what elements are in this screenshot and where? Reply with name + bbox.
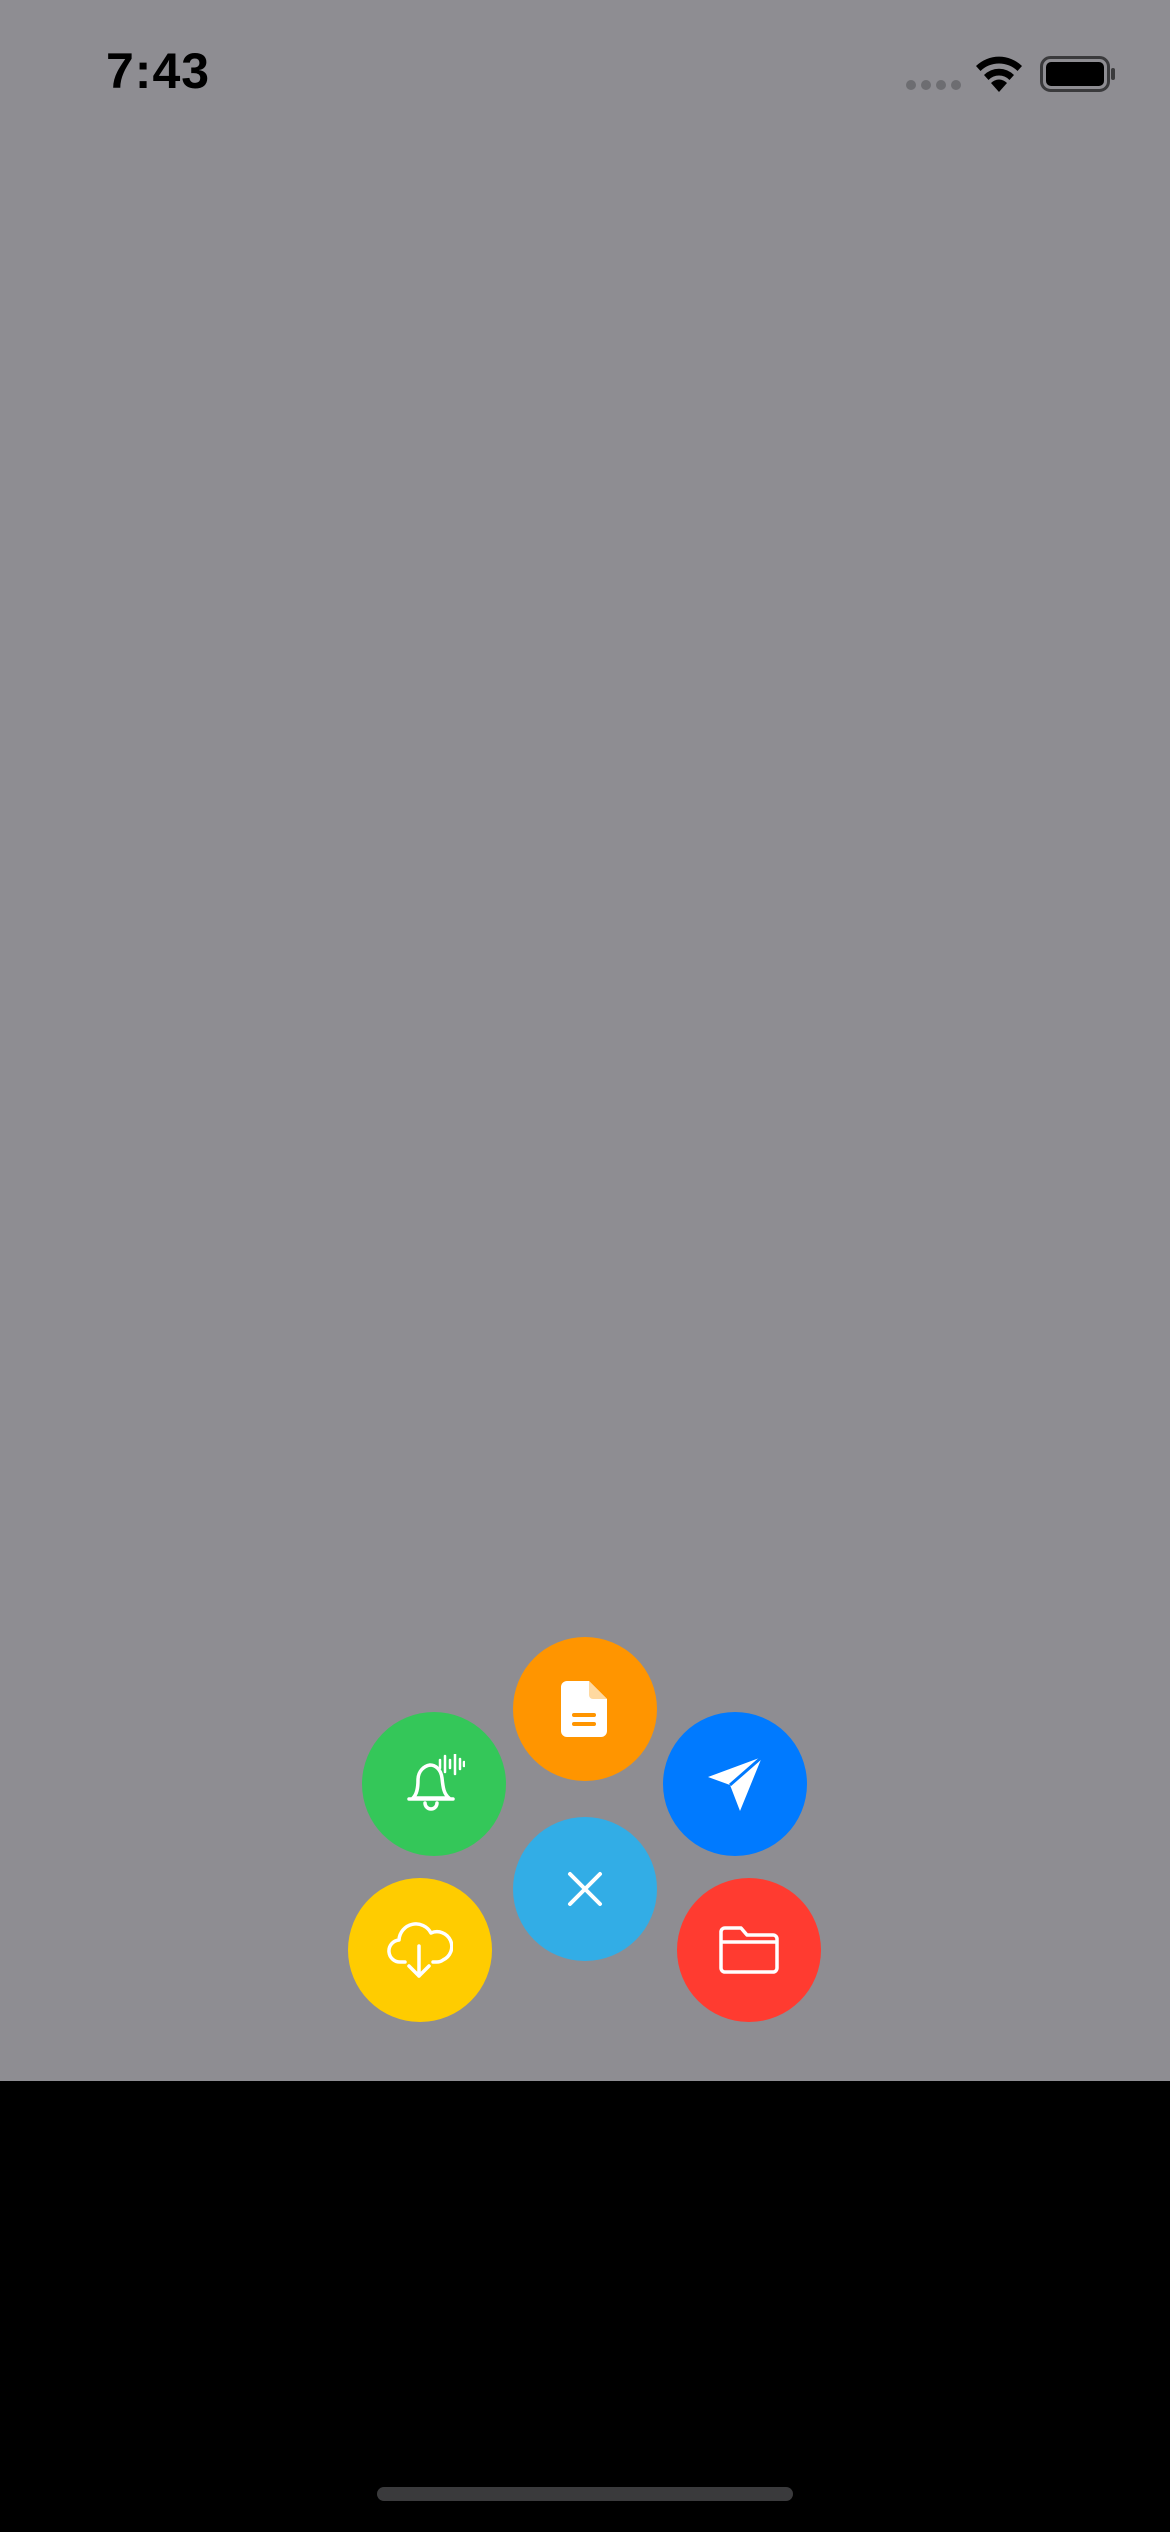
- folder-icon: [719, 1926, 779, 1974]
- folder-button[interactable]: [677, 1878, 821, 2022]
- close-menu-button[interactable]: [513, 1817, 657, 1961]
- download-button[interactable]: [348, 1878, 492, 2022]
- wifi-icon: [976, 56, 1022, 92]
- notification-button[interactable]: [362, 1712, 506, 1856]
- document-button[interactable]: [513, 1637, 657, 1781]
- home-indicator[interactable]: [377, 2487, 793, 2501]
- screen: 7:43: [0, 0, 1170, 2532]
- document-icon: [561, 1681, 607, 1737]
- close-icon: [568, 1872, 602, 1906]
- battery-icon: [1040, 56, 1115, 92]
- cellular-dots-icon: [906, 80, 961, 90]
- bell-waveform-icon: [407, 1754, 465, 1811]
- bottom-area: [0, 2081, 1170, 2532]
- paper-plane-icon: [708, 1755, 763, 1811]
- cloud-download-icon: [387, 1922, 453, 1978]
- send-button[interactable]: [663, 1712, 807, 1856]
- status-time: 7:43: [106, 43, 211, 99]
